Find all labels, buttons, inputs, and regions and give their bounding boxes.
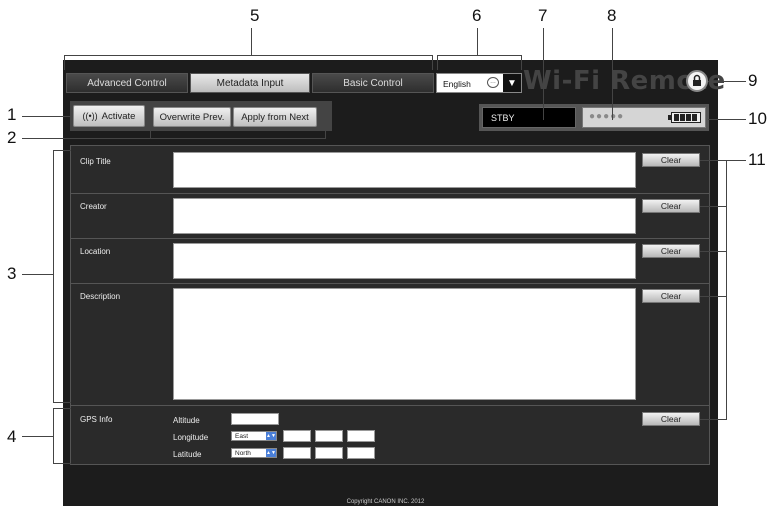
callout-number: 10 [748, 109, 767, 128]
callout-line [437, 55, 438, 70]
tab-metadata-input[interactable]: Metadata Input [190, 73, 310, 93]
stepper-icon: ▲▼ [266, 432, 276, 440]
language-selector[interactable]: English … ▼ [436, 73, 522, 93]
antenna-icon: ((•)) [82, 111, 98, 121]
callout-line [708, 119, 746, 120]
callout-line [325, 126, 326, 139]
callout-line [150, 126, 151, 139]
latitude-seconds-input[interactable] [347, 447, 375, 459]
signal-strength-indicator: ●●●●● [589, 111, 625, 122]
callout-number: 11 [748, 150, 766, 169]
callout-line [22, 436, 54, 437]
latitude-direction-select[interactable]: North ▲▼ [231, 448, 277, 458]
creator-clear-button[interactable]: Clear [642, 199, 700, 213]
callout-line [612, 28, 613, 120]
altitude-input[interactable] [231, 413, 279, 425]
latitude-degrees-input[interactable] [283, 447, 311, 459]
stepper-icon: ▲▼ [266, 449, 276, 457]
longitude-seconds-input[interactable] [347, 430, 375, 442]
callout-number: 9 [748, 71, 758, 90]
callout-line [708, 81, 746, 82]
copyright-text: Copyright CANON INC. 2012 [346, 499, 425, 505]
apply-from-next-button[interactable]: Apply from Next [233, 107, 317, 127]
callout-line [726, 160, 746, 161]
callout-line [53, 402, 71, 403]
callout-line [53, 150, 54, 403]
longitude-label: Longitude [173, 433, 209, 442]
latitude-label: Latitude [173, 450, 202, 459]
callout-line [251, 28, 252, 55]
callout-line [432, 55, 433, 70]
divider [71, 405, 709, 406]
location-clear-button[interactable]: Clear [642, 244, 700, 258]
creator-field[interactable] [173, 198, 636, 234]
callout-line [53, 463, 71, 464]
speech-bubble-icon: … [487, 77, 499, 88]
callout-line [22, 138, 326, 139]
chevron-down-icon[interactable]: ▼ [503, 74, 521, 92]
tab-basic-control[interactable]: Basic Control [312, 73, 434, 93]
longitude-direction-value: East [235, 432, 249, 440]
callout-line [521, 55, 522, 70]
callout-line [64, 55, 433, 56]
language-value: English [443, 79, 471, 89]
location-label: Location [80, 247, 111, 256]
tab-advanced-control[interactable]: Advanced Control [66, 73, 188, 93]
divider [71, 238, 709, 239]
description-field[interactable] [173, 288, 636, 400]
callout-line [64, 55, 65, 70]
clip-title-clear-button[interactable]: Clear [642, 153, 700, 167]
divider [71, 283, 709, 284]
creator-label: Creator [80, 202, 107, 211]
activate-button[interactable]: ((•)) Activate [73, 105, 145, 127]
longitude-direction-select[interactable]: East ▲▼ [231, 431, 277, 441]
overwrite-prev-button[interactable]: Overwrite Prev. [153, 107, 231, 127]
gps-info-label: GPS Info [80, 415, 113, 424]
callout-line [22, 274, 54, 275]
lock-icon[interactable] [686, 70, 708, 92]
gps-clear-button[interactable]: Clear [642, 412, 700, 426]
callout-line [543, 28, 544, 120]
callout-number: 5 [250, 6, 260, 25]
clip-title-label: Clip Title [80, 157, 111, 166]
callout-line [700, 206, 727, 207]
status-mode: STBY [482, 107, 576, 128]
longitude-minutes-input[interactable] [315, 430, 343, 442]
location-field[interactable] [173, 243, 636, 279]
latitude-direction-value: North [235, 449, 251, 457]
clip-title-field[interactable] [173, 152, 636, 188]
callout-line [700, 296, 727, 297]
activate-label: Activate [101, 110, 136, 122]
callout-number: 4 [7, 427, 17, 446]
callout-line [726, 160, 727, 419]
callout-number: 1 [7, 105, 17, 124]
callout-number: 6 [472, 6, 482, 25]
callout-line [437, 55, 522, 56]
callout-number: 7 [538, 6, 548, 25]
longitude-degrees-input[interactable] [283, 430, 311, 442]
callout-line [477, 28, 478, 55]
callout-line [53, 150, 71, 151]
description-label: Description [80, 292, 121, 301]
battery-icon [668, 112, 701, 123]
callout-line [700, 251, 727, 252]
latitude-minutes-input[interactable] [315, 447, 343, 459]
callout-number: 8 [607, 6, 617, 25]
altitude-label: Altitude [173, 416, 200, 425]
callout-line [22, 116, 72, 117]
callout-line [700, 419, 727, 420]
callout-line [53, 408, 71, 409]
callout-number: 3 [7, 264, 17, 283]
divider [71, 193, 709, 194]
signal-battery-display: ●●●●● [582, 107, 706, 128]
callout-number: 2 [7, 128, 17, 147]
description-clear-button[interactable]: Clear [642, 289, 700, 303]
callout-line [53, 408, 54, 464]
callout-line [700, 160, 727, 161]
